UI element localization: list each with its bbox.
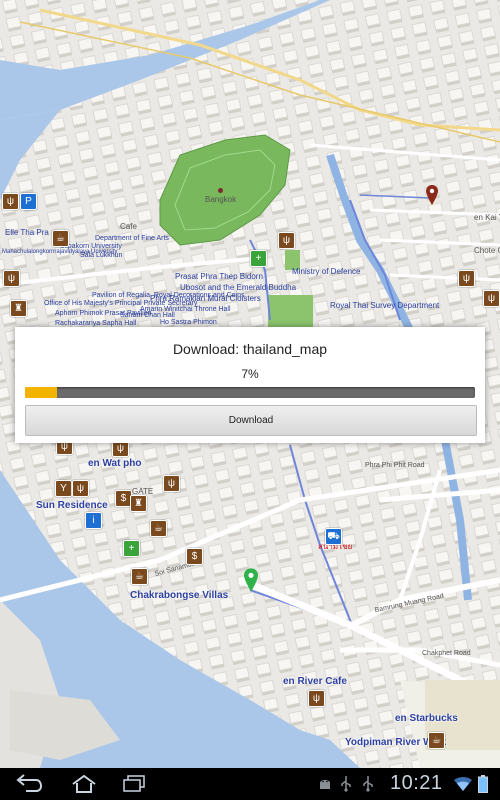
poi-pharmacy-icon[interactable]: + bbox=[250, 250, 267, 267]
left-label-0: Elle Tha Pra bbox=[5, 228, 49, 237]
palace-label-7: Sanam Chan Hall bbox=[120, 312, 175, 319]
poi-pharmacy-icon-2[interactable]: + bbox=[123, 540, 140, 557]
en-wat-pho-label: en Wat pho bbox=[88, 458, 142, 469]
download-dialog: Download: thailand_map 7% Download bbox=[15, 327, 485, 443]
sun-residence-label: Sun Residence bbox=[36, 500, 108, 511]
wifi-icon bbox=[454, 777, 472, 791]
poi-cafe-icon[interactable]: ☕ bbox=[52, 230, 69, 247]
poi-bar-icon[interactable]: Y bbox=[55, 480, 72, 497]
download-button[interactable]: Download bbox=[25, 405, 477, 436]
palace-label-9: Ho Sastra Phimon bbox=[160, 319, 217, 326]
green-pin-icon[interactable] bbox=[244, 568, 258, 592]
battery-icon bbox=[478, 775, 488, 793]
chote-label: Chote Cha bbox=[474, 246, 500, 255]
poi-monument-icon[interactable]: ♜ bbox=[10, 300, 27, 317]
ministry-of-defence-label: Ministry of Defence bbox=[292, 267, 361, 276]
poi-food-icon-4[interactable]: ψ bbox=[483, 290, 500, 307]
poi-money-icon-2[interactable]: $ bbox=[186, 548, 203, 565]
en-starbucks-label: en Starbucks bbox=[395, 713, 458, 724]
progress-percent-text: 7% bbox=[241, 367, 259, 381]
download-progress-bar bbox=[25, 387, 475, 398]
usb-icon-2 bbox=[363, 776, 373, 792]
royal-thai-survey-label: Royal Thai Survey Department bbox=[330, 301, 440, 310]
poi-cafe-icon-4[interactable]: ☕ bbox=[428, 732, 445, 749]
poi-food-icon-3[interactable]: ψ bbox=[458, 270, 475, 287]
poi-info-icon[interactable]: i bbox=[85, 512, 102, 529]
back-icon[interactable] bbox=[14, 773, 44, 795]
city-label: Bangkok bbox=[205, 195, 237, 204]
home-icon[interactable] bbox=[70, 773, 98, 795]
poi-food-icon-9[interactable]: ψ bbox=[308, 690, 325, 707]
palace-label-0: Prasat Phra Thep Bidorn bbox=[175, 272, 263, 281]
left-label-4: Mahachulalongkornrajavidyalaya Universit… bbox=[2, 249, 118, 255]
android-debug-icon bbox=[320, 780, 330, 789]
clock-time: 10:21 bbox=[390, 772, 443, 794]
usb-icon bbox=[341, 776, 351, 792]
city-dot bbox=[218, 188, 223, 193]
poi-food-icon-7[interactable]: ψ bbox=[72, 480, 89, 497]
poi-cafe-icon-3[interactable]: ☕ bbox=[131, 568, 148, 585]
poi-food-icon-8[interactable]: ψ bbox=[163, 475, 180, 492]
poi-food-icon[interactable]: ψ bbox=[3, 270, 20, 287]
phra-phi-phit-label: Phra Phi Phit Road bbox=[365, 462, 425, 469]
chakrabongse-label: Chakrabongse Villas bbox=[130, 590, 229, 601]
palace-label-3: Pavilion of Regalia, Royal Decorations a… bbox=[92, 292, 245, 299]
parking-icon[interactable]: P bbox=[20, 193, 37, 210]
chakphet-label: Chakphet Road bbox=[422, 650, 471, 657]
poi-temple-icon[interactable]: ♜ bbox=[130, 495, 147, 512]
palace-label-8: Rachakaranya Sapha Hall bbox=[55, 320, 137, 327]
poi-transit-icon[interactable]: ⛟ bbox=[325, 528, 342, 545]
download-progress-fill bbox=[25, 387, 57, 398]
poi-food-icon-2[interactable]: ψ bbox=[278, 232, 295, 249]
location-marker-icon[interactable] bbox=[426, 185, 438, 205]
en-kai-ya-label: en Kai Ya bbox=[474, 213, 500, 222]
poi-cafe-icon-2[interactable]: ☕ bbox=[150, 520, 167, 537]
left-label-1: Department of Fine Arts bbox=[95, 235, 169, 242]
en-river-cafe-label: en River Cafe bbox=[283, 676, 347, 687]
dialog-title: Download: thailand_map bbox=[172, 341, 328, 357]
system-bar: 10:21 bbox=[0, 768, 500, 800]
recents-icon[interactable] bbox=[120, 773, 148, 795]
cafe-label: Cafe bbox=[120, 222, 137, 231]
poi-fork-icon[interactable]: ψ bbox=[2, 193, 19, 210]
palace-label-1: Ubosot and the Emerald Buddha bbox=[180, 283, 297, 292]
